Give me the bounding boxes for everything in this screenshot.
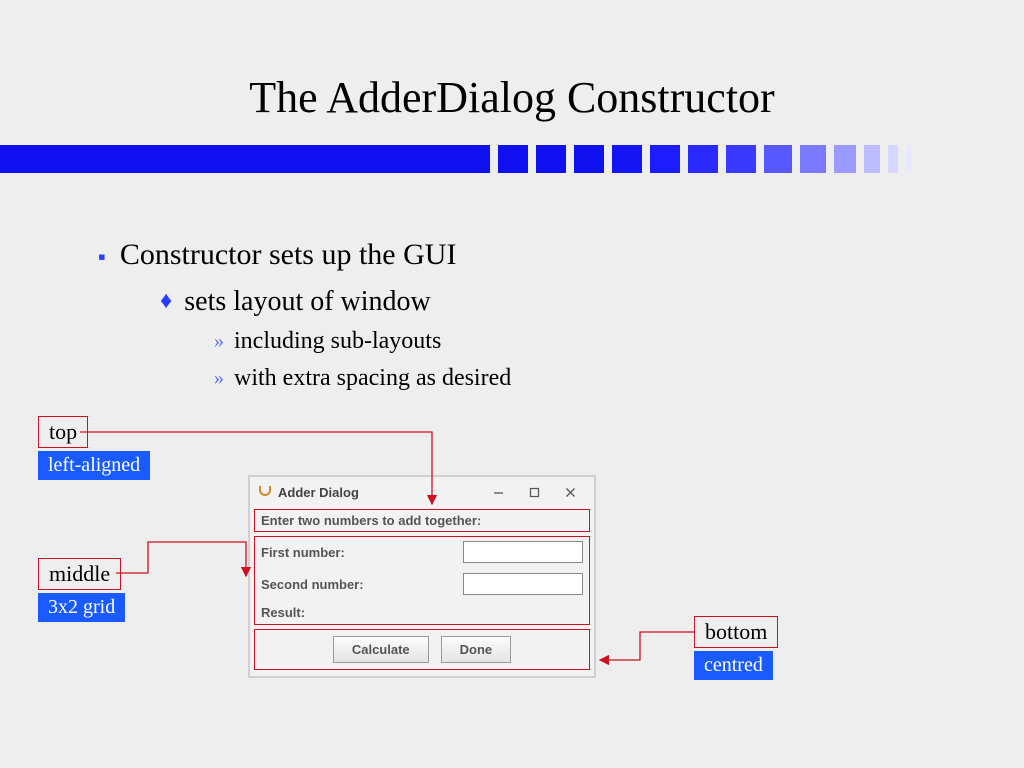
dialog-title: Adder Dialog xyxy=(278,485,480,500)
bullet-l3b: with extra spacing as desired xyxy=(234,365,511,392)
dialog-buttons: Calculate Done xyxy=(254,629,590,670)
minimize-button[interactable] xyxy=(480,480,516,504)
callout-top-label: top xyxy=(38,416,88,448)
bullet-l1: Constructor sets up the GUI xyxy=(120,238,457,272)
bullet-chevron-icon: » xyxy=(214,330,224,353)
slide-title: The AdderDialog Constructor xyxy=(0,72,1024,123)
callout-middle-label: middle xyxy=(38,558,121,590)
bullet-square-icon: ▪ xyxy=(98,244,106,270)
bullet-l3a: including sub-layouts xyxy=(234,328,441,355)
java-icon xyxy=(256,484,272,500)
callout-top-sub: left-aligned xyxy=(38,451,150,480)
bullet-diamond-icon: ♦ xyxy=(160,288,172,315)
divider-bar xyxy=(0,145,1024,173)
first-number-label: First number: xyxy=(261,545,463,560)
bullet-chevron-icon: » xyxy=(214,367,224,390)
second-number-label: Second number: xyxy=(261,577,463,592)
adder-dialog-window: Adder Dialog Enter two numbers to add to… xyxy=(248,475,596,678)
callout-bottom-label: bottom xyxy=(694,616,778,648)
callout-bottom-sub: centred xyxy=(694,651,773,680)
bullet-l2: sets layout of window xyxy=(184,286,431,318)
done-button[interactable]: Done xyxy=(441,636,512,663)
callout-middle-sub: 3x2 grid xyxy=(38,593,125,622)
dialog-grid: First number: Second number: Result: xyxy=(254,536,590,625)
calculate-button[interactable]: Calculate xyxy=(333,636,429,663)
close-button[interactable] xyxy=(552,480,588,504)
maximize-button[interactable] xyxy=(516,480,552,504)
dialog-titlebar: Adder Dialog xyxy=(250,477,594,507)
dialog-instruction: Enter two numbers to add together: xyxy=(254,509,590,532)
second-number-field[interactable] xyxy=(463,573,583,595)
result-label: Result: xyxy=(261,605,463,620)
bullet-list: ▪ Constructor sets up the GUI ♦ sets lay… xyxy=(98,238,511,392)
first-number-field[interactable] xyxy=(463,541,583,563)
